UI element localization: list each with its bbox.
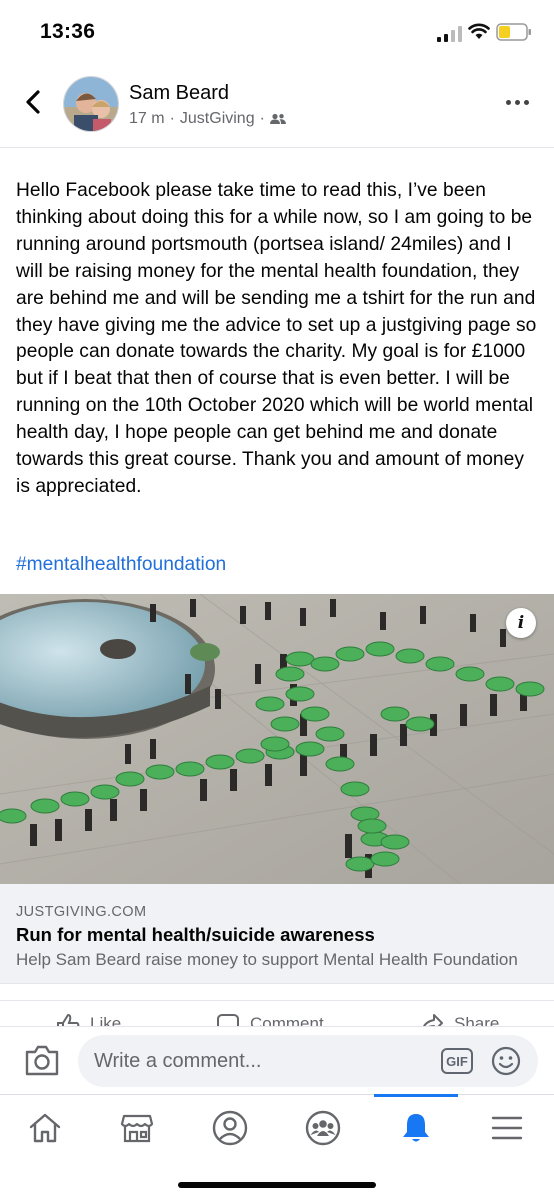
gif-button[interactable]: GIF: [441, 1048, 473, 1074]
author-name[interactable]: Sam Beard: [129, 82, 229, 105]
dot-icon: [515, 99, 520, 105]
meta-separator: ·: [169, 110, 175, 127]
tab-marketplace[interactable]: [114, 1105, 160, 1151]
meta-separator-2: ·: [259, 110, 265, 127]
post-time[interactable]: 17 m: [129, 110, 165, 128]
post-header: Sam Beard 17 m · JustGiving ·: [0, 66, 554, 148]
battery-icon: [496, 23, 531, 41]
wifi-icon: [468, 23, 490, 39]
post-text: Hello Facebook please take time to read …: [16, 180, 537, 497]
link-description: Help Sam Beard raise money to support Me…: [16, 950, 518, 969]
menu-icon: [491, 1116, 523, 1140]
link-preview-image[interactable]: i: [0, 594, 554, 884]
more-options-button[interactable]: [506, 96, 538, 108]
link-card[interactable]: JUSTGIVING.COM Run for mental health/sui…: [0, 884, 554, 984]
tab-home[interactable]: [22, 1105, 68, 1151]
chevron-left-icon: [26, 90, 40, 114]
cellular-signal-icon: [437, 26, 462, 42]
camera-icon[interactable]: [24, 1043, 60, 1077]
tab-profile[interactable]: [207, 1105, 253, 1151]
notifications-icon: [403, 1114, 429, 1142]
tab-groups[interactable]: [300, 1105, 346, 1151]
link-title[interactable]: Run for mental health/suicide awareness: [16, 924, 375, 946]
status-time: 13:36: [40, 20, 96, 43]
status-bar: 13:36: [0, 0, 554, 66]
profile-icon: [212, 1110, 248, 1146]
tab-notifications[interactable]: [393, 1105, 439, 1151]
tab-bar: [0, 1094, 554, 1164]
link-domain: JUSTGIVING.COM: [16, 904, 147, 920]
tab-menu[interactable]: [484, 1105, 530, 1151]
friends-icon: [269, 113, 286, 124]
marketplace-icon: [120, 1114, 154, 1143]
info-icon[interactable]: i: [506, 608, 536, 638]
post-meta: 17 m · JustGiving ·: [129, 110, 286, 128]
avatar[interactable]: [63, 76, 119, 132]
post-actions: Like Comment Share: [0, 1000, 554, 1028]
dot-icon: [506, 99, 511, 105]
avatar-photo: [64, 77, 118, 131]
green-umbrellas-photo: [0, 594, 554, 884]
groups-icon: [305, 1110, 341, 1146]
hashtag-link[interactable]: #mentalhealthfoundation: [16, 554, 226, 576]
comment-bar: GIF: [0, 1026, 554, 1094]
back-button[interactable]: [18, 86, 48, 118]
dot-icon: [524, 99, 529, 105]
emoji-icon[interactable]: [491, 1046, 521, 1076]
post-source[interactable]: JustGiving: [180, 110, 255, 128]
active-tab-indicator: [374, 1094, 458, 1097]
home-icon: [29, 1113, 61, 1143]
home-indicator[interactable]: [178, 1182, 376, 1188]
